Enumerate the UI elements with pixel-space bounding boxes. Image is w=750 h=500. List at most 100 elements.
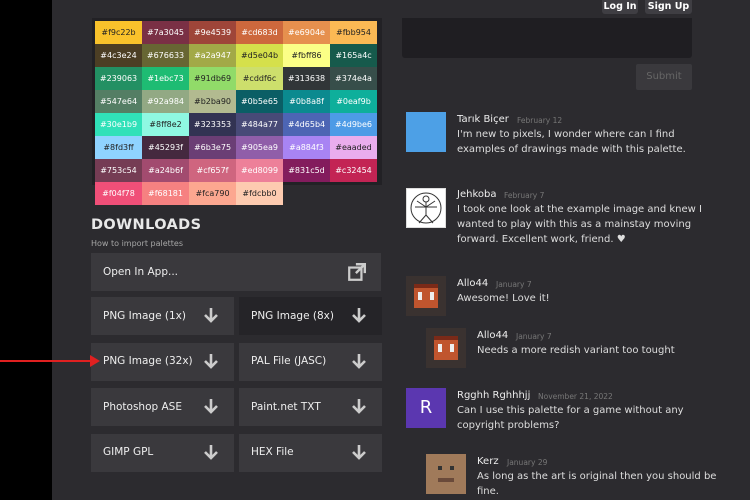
color-swatch[interactable]: #8ff8e2 bbox=[142, 113, 189, 136]
import-palettes-link[interactable]: How to import palettes bbox=[91, 239, 183, 248]
color-swatch[interactable]: #8fd3ff bbox=[95, 136, 142, 159]
commenter-avatar[interactable]: R bbox=[406, 388, 446, 428]
vitruvian-man-icon bbox=[410, 192, 442, 224]
download-label: PNG Image (32x) bbox=[103, 355, 193, 368]
color-swatch[interactable]: #a2a947 bbox=[189, 44, 236, 67]
commenter-avatar[interactable] bbox=[426, 328, 466, 368]
color-swatch[interactable]: #547e64 bbox=[95, 90, 142, 113]
open-in-app-button[interactable]: Open In App... bbox=[91, 253, 381, 291]
color-swatch[interactable]: #fbb954 bbox=[330, 21, 377, 44]
palette-grid: #f9c22b #7a3045 #9e4539 #cd683d #e6904e #fbb9… bbox=[92, 18, 382, 205]
color-swatch[interactable]: #0b8a8f bbox=[283, 90, 330, 113]
color-swatch[interactable]: #6b3e75 bbox=[189, 136, 236, 159]
commenter-avatar[interactable] bbox=[406, 112, 446, 152]
download-label: Paint.net TXT bbox=[251, 400, 321, 413]
color-swatch[interactable]: #f9c22b bbox=[95, 21, 142, 44]
color-swatch[interactable]: #9e4539 bbox=[189, 21, 236, 44]
download-arrow-icon bbox=[352, 308, 366, 323]
color-swatch[interactable]: #239063 bbox=[95, 67, 142, 90]
comment-date: February 7 bbox=[504, 191, 545, 200]
color-swatch[interactable]: #484a77 bbox=[236, 113, 283, 136]
color-swatch[interactable]: #323353 bbox=[189, 113, 236, 136]
download-label: PNG Image (1x) bbox=[103, 309, 186, 322]
color-swatch[interactable]: #fdcbb0 bbox=[236, 182, 283, 205]
color-swatch[interactable]: #4c3e24 bbox=[95, 44, 142, 67]
download-paintnet-txt-button[interactable]: Paint.net TXT bbox=[239, 388, 382, 426]
color-swatch[interactable]: #1ebc73 bbox=[142, 67, 189, 90]
color-swatch[interactable]: #cf657f bbox=[189, 159, 236, 182]
color-swatch[interactable]: #313638 bbox=[283, 67, 330, 90]
color-swatch[interactable]: #d5e04b bbox=[236, 44, 283, 67]
download-arrow-icon bbox=[204, 444, 218, 460]
commenter-name[interactable]: Tarık Biçer bbox=[457, 114, 509, 125]
commenter-name[interactable]: Kerz bbox=[477, 456, 499, 467]
signup-button[interactable]: Sign Up bbox=[645, 0, 692, 14]
comment-date: January 7 bbox=[516, 332, 552, 341]
color-swatch[interactable]: #374e4a bbox=[330, 67, 377, 90]
color-swatch[interactable]: #7a3045 bbox=[142, 21, 189, 44]
commenter-avatar[interactable] bbox=[406, 276, 446, 316]
main-content: #f9c22b #7a3045 #9e4539 #cd683d #e6904e #fbb9… bbox=[52, 18, 750, 500]
download-hex-file-button[interactable]: HEX File bbox=[239, 433, 382, 472]
submit-comment-button[interactable]: Submit bbox=[636, 64, 692, 90]
download-arrow-icon bbox=[352, 444, 366, 460]
color-swatch[interactable]: #4d65b4 bbox=[283, 113, 330, 136]
color-swatch[interactable]: #165a4c bbox=[330, 44, 377, 67]
download-gimp-gpl-button[interactable]: GIMP GPL bbox=[91, 433, 234, 472]
download-label: Photoshop ASE bbox=[103, 400, 182, 413]
color-swatch[interactable]: #45293f bbox=[142, 136, 189, 159]
color-swatch[interactable]: #4d9be6 bbox=[330, 113, 377, 136]
color-swatch[interactable]: #676633 bbox=[142, 44, 189, 67]
color-swatch[interactable]: #30e1b9 bbox=[95, 113, 142, 136]
color-swatch[interactable]: #0eaf9b bbox=[330, 90, 377, 113]
color-swatch[interactable]: #fbff86 bbox=[283, 44, 330, 67]
commenter-avatar[interactable] bbox=[406, 188, 446, 228]
color-swatch[interactable]: #905ea9 bbox=[236, 136, 283, 159]
commenter-avatar[interactable] bbox=[426, 454, 466, 494]
download-label: GIMP GPL bbox=[103, 446, 154, 459]
color-swatch[interactable]: #fca790 bbox=[189, 182, 236, 205]
download-arrow-icon bbox=[204, 308, 218, 323]
download-png-1x-button[interactable]: PNG Image (1x) bbox=[91, 297, 234, 335]
color-swatch[interactable]: #a884f3 bbox=[283, 136, 330, 159]
avatar-letter: R bbox=[419, 397, 433, 418]
commenter-name[interactable]: Jehkoba bbox=[457, 189, 496, 200]
color-swatch[interactable]: #ed8099 bbox=[236, 159, 283, 182]
color-swatch[interactable]: #92a984 bbox=[142, 90, 189, 113]
login-button[interactable]: Log In bbox=[602, 0, 638, 14]
color-swatch[interactable]: #753c54 bbox=[95, 159, 142, 182]
commenter-name[interactable]: Rgghh Rghhhjj bbox=[457, 390, 530, 401]
commenter-name[interactable]: Allo44 bbox=[477, 330, 508, 341]
external-link-icon bbox=[348, 263, 366, 281]
color-swatch[interactable]: #f68181 bbox=[142, 182, 189, 205]
color-swatch[interactable]: #91db69 bbox=[189, 67, 236, 90]
comment-textarea[interactable] bbox=[402, 18, 692, 58]
color-swatch[interactable]: #b2ba90 bbox=[189, 90, 236, 113]
color-swatch[interactable]: #e6904e bbox=[283, 21, 330, 44]
download-arrow-icon bbox=[204, 353, 218, 369]
red-arrow-annotation bbox=[0, 360, 95, 362]
comment-date: November 21, 2022 bbox=[538, 392, 613, 401]
comment-text: I took one look at the example image and… bbox=[457, 204, 702, 245]
color-swatch[interactable]: #cddf6c bbox=[236, 67, 283, 90]
download-label: PAL File (JASC) bbox=[251, 355, 327, 368]
color-swatch[interactable]: #c32454 bbox=[330, 159, 377, 182]
color-swatch[interactable]: #cd683d bbox=[236, 21, 283, 44]
download-png-32x-button[interactable]: PNG Image (32x) bbox=[91, 342, 234, 381]
red-arrow-head bbox=[90, 355, 100, 367]
comment-date: January 7 bbox=[496, 280, 532, 289]
color-swatch[interactable]: #eaaded bbox=[330, 136, 377, 159]
color-swatch[interactable]: #831c5d bbox=[283, 159, 330, 182]
pixel-character-icon bbox=[414, 284, 438, 308]
pixel-face-icon bbox=[426, 454, 466, 494]
download-arrow-icon bbox=[352, 399, 366, 414]
downloads-heading: DOWNLOADS bbox=[91, 217, 202, 233]
top-bar: Log In Sign Up bbox=[52, 0, 750, 18]
download-png-8x-button[interactable]: PNG Image (8x) bbox=[239, 297, 382, 335]
download-photoshop-ase-button[interactable]: Photoshop ASE bbox=[91, 388, 234, 426]
download-pal-jasc-button[interactable]: PAL File (JASC) bbox=[239, 342, 382, 381]
commenter-name[interactable]: Allo44 bbox=[457, 278, 488, 289]
color-swatch[interactable]: #0b5e65 bbox=[236, 90, 283, 113]
color-swatch[interactable]: #f04f78 bbox=[95, 182, 142, 205]
color-swatch[interactable]: #a24b6f bbox=[142, 159, 189, 182]
